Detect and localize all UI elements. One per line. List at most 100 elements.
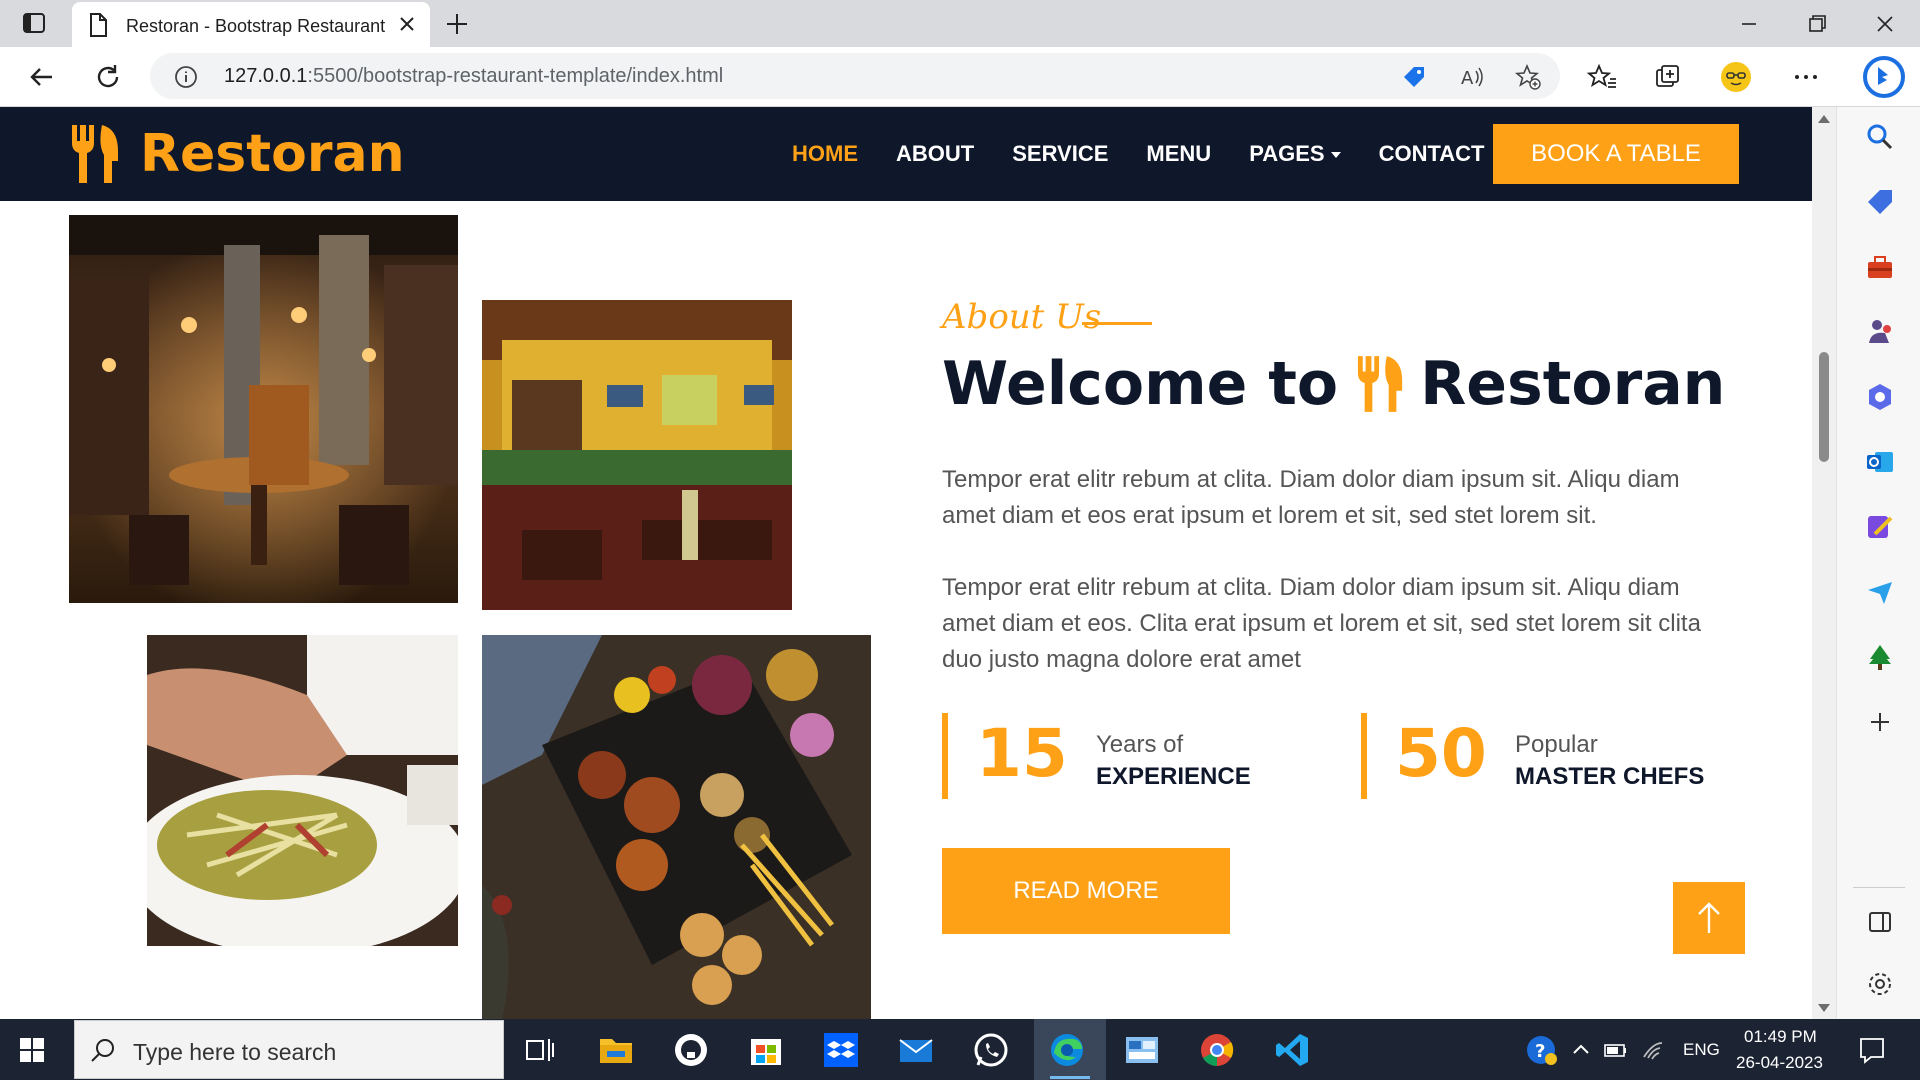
stat-label-bottom: EXPERIENCE [1096,763,1251,790]
coupon-tag-icon[interactable] [1400,63,1428,91]
read-aloud-icon[interactable]: A [1458,63,1486,91]
url-host: 127.0.0.1 [224,65,308,87]
back-arrow-icon[interactable] [26,61,58,93]
scroll-down-icon[interactable] [1818,1004,1830,1012]
chevron-up-icon[interactable] [1568,1037,1594,1063]
refresh-icon[interactable] [92,61,124,93]
edge-sidebar [1836,107,1920,1019]
add-favorite-icon[interactable] [1514,63,1542,91]
stat-bar [942,713,948,799]
vscode-icon[interactable] [1273,1031,1311,1069]
browser-tab-active[interactable]: Restoran - Bootstrap Restaurant [72,2,430,47]
brand-name: Restoran [140,124,405,184]
microsoft-365-icon[interactable] [1865,382,1895,412]
nav-pages-label: PAGES [1249,141,1325,166]
nav-home[interactable]: HOME [792,141,858,167]
mail-icon[interactable] [897,1031,935,1069]
wifi-icon[interactable] [1640,1037,1666,1063]
stat-label-top: Popular [1515,731,1598,758]
nav-menu[interactable]: MENU [1146,141,1211,167]
fork-knife-icon [1358,356,1403,412]
chrome-icon[interactable] [1198,1031,1236,1069]
search-icon[interactable] [1865,122,1895,152]
games-icon[interactable] [1865,317,1895,347]
welcome-heading-prefix: Welcome to [942,349,1339,419]
welcome-heading: Welcome to Restoran [942,349,1725,419]
add-icon[interactable] [1865,707,1895,737]
read-more-button[interactable]: READ MORE [942,848,1230,934]
tree-icon[interactable] [1865,642,1895,672]
stat-experience: 15 Years of EXPERIENCE [942,713,1302,799]
notifications-icon[interactable] [1857,1035,1887,1065]
stat-label-top: Years of [1096,731,1184,758]
tab-actions-icon[interactable] [22,12,46,34]
clock-date[interactable]: 26-04-2023 [1736,1053,1823,1073]
edge-browser-icon[interactable] [1048,1031,1086,1069]
stat-label-bottom: MASTER CHEFS [1515,763,1705,790]
nav-service[interactable]: SERVICE [1012,141,1108,167]
page-viewport: Restoran HOME ABOUT SERVICE MENU PAGES C… [0,107,1812,1019]
microsoft-store-icon[interactable] [747,1031,785,1069]
collections-icon[interactable] [1652,61,1684,93]
photo-restaurant-interior [69,215,458,603]
control-panel-icon[interactable] [1123,1031,1161,1069]
stat-bar [1361,713,1367,799]
browser-toolbar: 127.0.0.1:5500/bootstrap-restaurant-temp… [0,47,1920,107]
stat-number: 50 [1395,715,1487,792]
fork-knife-icon [72,125,118,183]
taskbar-search[interactable]: Type here to search [74,1020,504,1079]
new-tab-icon[interactable] [442,9,472,39]
nav-pages-dropdown[interactable]: PAGES [1249,141,1341,167]
profile-avatar-icon[interactable] [1720,61,1752,93]
designer-icon[interactable] [1865,512,1895,542]
windows-start-icon[interactable] [18,1036,46,1064]
page-scrollbar[interactable] [1812,107,1836,1019]
main-menu: HOME ABOUT SERVICE MENU PAGES CONTACT [792,107,1523,201]
outlook-icon[interactable] [1865,447,1895,477]
about-paragraph-2: Tempor erat elitr rebum at clita. Diam d… [942,574,1701,673]
file-explorer-icon[interactable] [597,1031,635,1069]
about-paragraph-1: Tempor erat elitr rebum at clita. Diam d… [942,466,1680,529]
brand-logo[interactable]: Restoran [70,121,405,187]
dropbox-icon[interactable] [822,1031,860,1069]
about-us-label: About Us [942,297,1102,337]
arrow-up-icon [1698,902,1720,933]
about-underline [1082,322,1152,325]
search-icon [91,1039,114,1062]
stat-number: 15 [976,715,1068,792]
nav-contact[interactable]: CONTACT [1379,141,1485,167]
taskbar-search-placeholder: Type here to search [133,1039,337,1065]
sidebar-divider [1853,887,1905,888]
address-bar[interactable]: 127.0.0.1:5500/bootstrap-restaurant-temp… [150,53,1560,99]
language-indicator[interactable]: ENG [1683,1040,1720,1060]
clock-time[interactable]: 01:49 PM [1744,1027,1817,1047]
split-screen-icon[interactable] [1865,907,1895,937]
restore-icon[interactable] [1802,10,1832,38]
task-view-icon[interactable] [521,1031,559,1069]
favorites-icon[interactable] [1586,61,1618,93]
site-info-icon[interactable] [174,65,198,89]
github-desktop-icon[interactable] [672,1031,710,1069]
tools-icon[interactable] [1865,252,1895,282]
close-window-icon[interactable] [1870,10,1900,38]
settings-gear-icon[interactable] [1865,969,1895,999]
book-a-table-button[interactable]: BOOK A TABLE [1493,124,1739,184]
back-to-top-button[interactable] [1673,882,1745,954]
photo-food-platter [482,635,871,1019]
close-tab-icon[interactable] [394,11,420,37]
svg-text:A: A [1461,68,1474,89]
shopping-tag-icon[interactable] [1865,187,1895,217]
battery-icon[interactable] [1603,1037,1629,1063]
nav-about[interactable]: ABOUT [896,141,974,167]
whatsapp-icon[interactable] [972,1031,1010,1069]
minimize-icon[interactable] [1734,10,1764,38]
bing-chat-icon[interactable] [1862,55,1906,99]
scrollbar-thumb[interactable] [1819,352,1829,462]
photo-salad [147,635,458,946]
more-options-icon[interactable] [1790,61,1822,93]
send-icon[interactable] [1865,577,1895,607]
help-icon[interactable]: ? [1524,1033,1558,1067]
scroll-up-icon[interactable] [1818,115,1830,123]
browser-tab-bar: Restoran - Bootstrap Restaurant [0,0,1920,47]
url-text[interactable]: 127.0.0.1:5500/bootstrap-restaurant-temp… [224,65,723,88]
